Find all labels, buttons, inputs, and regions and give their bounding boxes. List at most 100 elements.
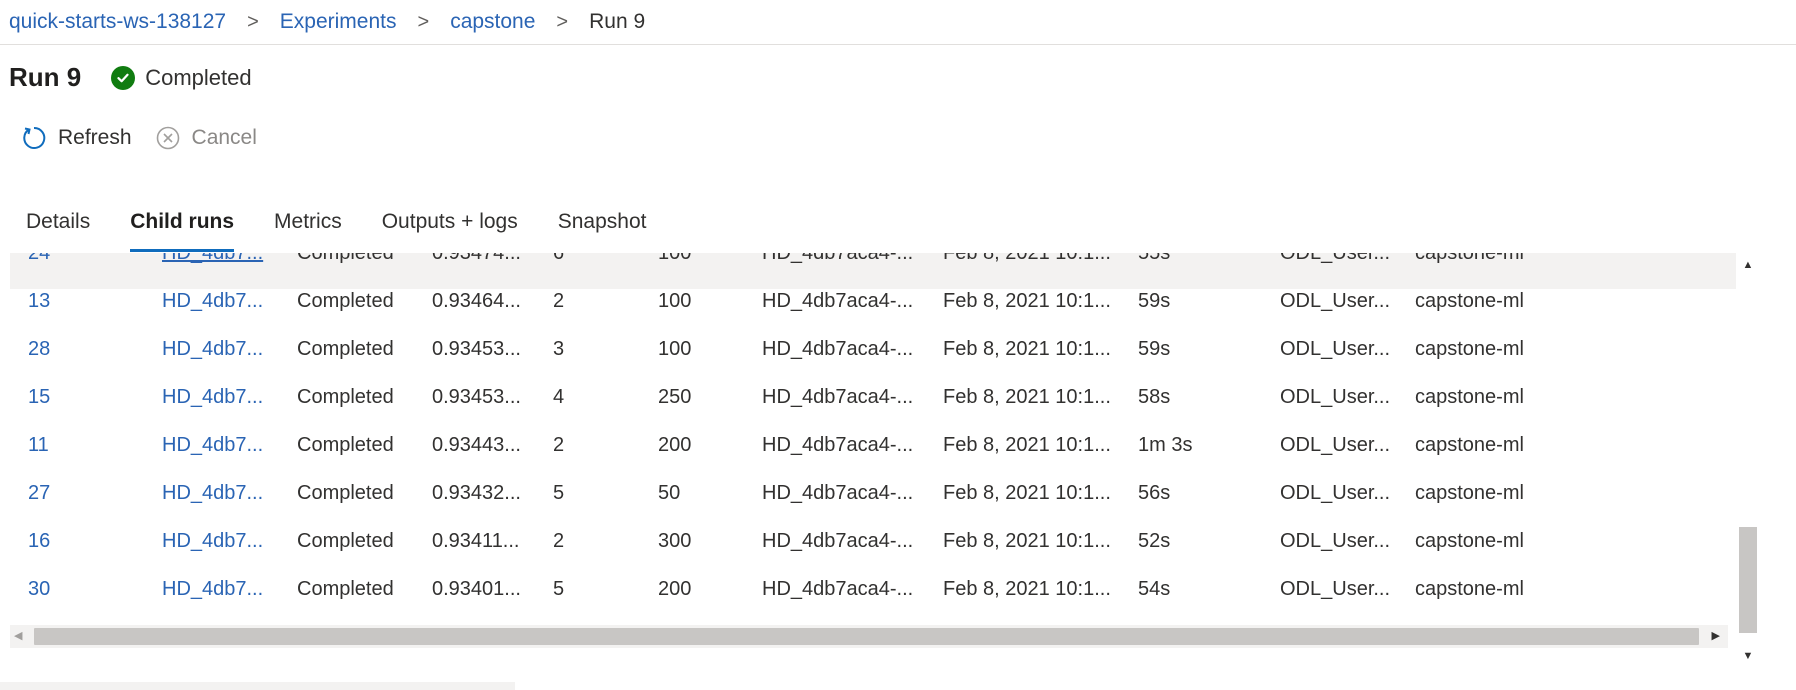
run-name-link[interactable]: HD_4db7...	[162, 577, 263, 625]
scroll-up-arrow-icon[interactable]: ▲	[1737, 259, 1759, 275]
param-value: 100	[658, 290, 692, 312]
run-number-link[interactable]: 16	[28, 529, 50, 577]
submitted-by: ODL_User...	[1280, 253, 1391, 264]
run-status: Completed	[297, 290, 394, 312]
run-name-link[interactable]: HD_4db7...	[162, 481, 263, 529]
page-title: Run 9	[9, 62, 82, 92]
scroll-left-arrow-icon[interactable]: ◀	[14, 629, 22, 642]
submitted-time: Feb 8, 2021 10:1...	[943, 386, 1111, 408]
breadcrumb-experiments-link[interactable]: Experiments	[280, 10, 397, 34]
param-value: 100	[658, 253, 692, 264]
param-value: 100	[658, 338, 692, 360]
table-row[interactable]: 27 HD_4db7... Completed 0.93432... 5 50 …	[10, 481, 1736, 529]
breadcrumb-workspace-link[interactable]: quick-starts-ws-138127	[9, 10, 226, 34]
parent-run-id: HD_4db7aca4-...	[762, 434, 914, 456]
run-number-link[interactable]: 15	[28, 385, 50, 433]
run-number-link[interactable]: 24	[28, 253, 50, 289]
primary-metric: 0.93432...	[432, 482, 521, 504]
submitted-by: ODL_User...	[1280, 386, 1391, 408]
tab-details[interactable]: Details	[0, 204, 110, 252]
parent-run-id: HD_4db7aca4-...	[762, 290, 914, 312]
duration: 54s	[1138, 578, 1171, 600]
submitted-by: ODL_User...	[1280, 434, 1391, 456]
run-number-link[interactable]: 28	[28, 337, 50, 385]
tab-snapshot[interactable]: Snapshot	[538, 204, 667, 252]
compute-target: capstone-ml	[1415, 530, 1524, 552]
refresh-label: Refresh	[58, 126, 132, 149]
compute-target: capstone-ml	[1415, 578, 1524, 600]
parent-run-id: HD_4db7aca4-...	[762, 482, 914, 504]
run-number-link[interactable]: 13	[28, 289, 50, 337]
primary-metric: 0.93453...	[432, 338, 521, 360]
run-name-link[interactable]: HD_4db7...	[162, 253, 263, 289]
run-status: Completed	[297, 434, 394, 456]
command-bar: Refresh Cancel	[20, 124, 279, 152]
table-row[interactable]: 24 HD_4db7... Completed 0.93474... 6 100…	[10, 253, 1736, 289]
breadcrumb-experiment-link[interactable]: capstone	[450, 10, 535, 34]
run-name-link[interactable]: HD_4db7...	[162, 433, 263, 481]
refresh-button[interactable]: Refresh	[20, 124, 132, 152]
cancel-label: Cancel	[191, 126, 257, 149]
page-scrollbar[interactable]	[0, 682, 515, 690]
param-value: 250	[658, 386, 692, 408]
primary-metric: 0.93464...	[432, 290, 521, 312]
run-number-link[interactable]: 30	[28, 577, 50, 625]
table-row[interactable]: 11 HD_4db7... Completed 0.93443... 2 200…	[10, 433, 1736, 481]
run-name-link[interactable]: HD_4db7...	[162, 337, 263, 385]
compute-target: capstone-ml	[1415, 290, 1524, 312]
scroll-right-arrow-icon[interactable]: ▶	[1712, 629, 1720, 642]
compute-target: capstone-ml	[1415, 253, 1524, 264]
cancel-icon	[154, 124, 182, 152]
submitted-by: ODL_User...	[1280, 578, 1391, 600]
table-row[interactable]: 30 HD_4db7... Completed 0.93401... 5 200…	[10, 577, 1736, 625]
table-row[interactable]: 28 HD_4db7... Completed 0.93453... 3 100…	[10, 337, 1736, 385]
compute-target: capstone-ml	[1415, 482, 1524, 504]
param-value: 50	[658, 482, 681, 504]
table-row[interactable]: 15 HD_4db7... Completed 0.93453... 4 250…	[10, 385, 1736, 433]
primary-metric: 0.93443...	[432, 434, 521, 456]
breadcrumb-current: Run 9	[589, 10, 646, 33]
parent-run-id: HD_4db7aca4-...	[762, 253, 914, 264]
submitted-by: ODL_User...	[1280, 482, 1391, 504]
duration: 59s	[1138, 290, 1171, 312]
param-value: 300	[658, 530, 692, 552]
run-name-link[interactable]: HD_4db7...	[162, 385, 263, 433]
run-status: Completed	[297, 338, 394, 360]
compute-target: capstone-ml	[1415, 434, 1524, 456]
run-status: Completed	[297, 386, 394, 408]
table-row[interactable]: 16 HD_4db7... Completed 0.93411... 2 300…	[10, 529, 1736, 577]
param-value: 200	[658, 434, 692, 456]
parent-run-id: HD_4db7aca4-...	[762, 338, 914, 360]
horizontal-scroll-thumb[interactable]	[34, 628, 1699, 645]
param-value: 200	[658, 578, 692, 600]
parent-run-id: HD_4db7aca4-...	[762, 578, 914, 600]
run-name-link[interactable]: HD_4db7...	[162, 289, 263, 337]
table-row[interactable]: 13 HD_4db7... Completed 0.93464... 2 100…	[10, 289, 1736, 337]
submitted-by: ODL_User...	[1280, 338, 1391, 360]
tab-child-runs[interactable]: Child runs	[110, 204, 254, 252]
duration: 55s	[1138, 253, 1171, 264]
refresh-icon	[20, 124, 48, 152]
tab-outputs-logs[interactable]: Outputs + logs	[362, 204, 538, 252]
run-number-link[interactable]: 27	[28, 481, 50, 529]
run-number-link[interactable]: 11	[28, 433, 49, 481]
run-name-link[interactable]: HD_4db7...	[162, 529, 263, 577]
checkmark-circle-icon	[111, 65, 136, 90]
tab-bar: Details Child runs Metrics Outputs + log…	[0, 204, 666, 252]
duration: 59s	[1138, 338, 1171, 360]
run-status-text: Completed	[145, 64, 252, 90]
param-value: 2	[553, 290, 565, 312]
vertical-scroll-thumb[interactable]	[1739, 527, 1757, 633]
run-status: Completed	[297, 253, 394, 264]
vertical-scrollbar[interactable]: ▲ ▼	[1737, 253, 1759, 668]
tab-metrics[interactable]: Metrics	[254, 204, 362, 252]
scroll-down-arrow-icon[interactable]: ▼	[1737, 650, 1759, 666]
run-status: Completed	[297, 482, 394, 504]
cancel-button[interactable]: Cancel	[154, 124, 257, 152]
submitted-time: Feb 8, 2021 10:1...	[943, 290, 1111, 312]
submitted-time: Feb 8, 2021 10:1...	[943, 253, 1111, 264]
duration: 58s	[1138, 386, 1171, 408]
horizontal-scrollbar[interactable]: ◀ ▶	[10, 625, 1728, 648]
breadcrumb-separator: >	[247, 10, 259, 33]
run-status: Completed	[297, 578, 394, 600]
